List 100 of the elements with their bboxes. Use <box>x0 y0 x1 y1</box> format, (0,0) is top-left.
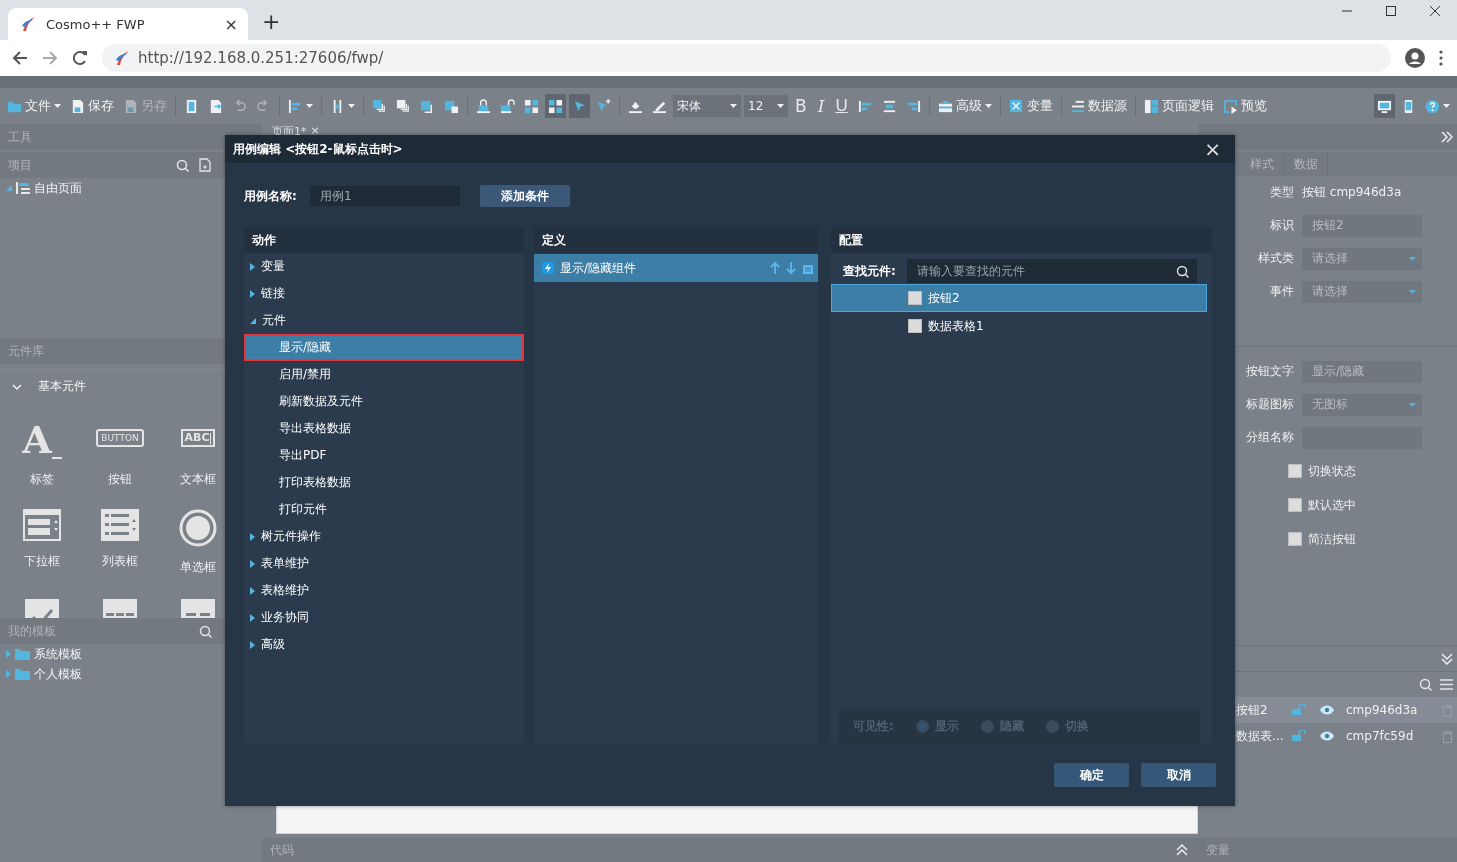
eye-icon <box>1320 705 1334 715</box>
reload-icon <box>72 50 88 66</box>
search-icon <box>1176 265 1189 278</box>
page-tree-icon <box>16 182 30 194</box>
tree-item[interactable]: 元件 <box>244 307 524 334</box>
field-label: 标题图标 <box>1245 396 1295 413</box>
browser-tab[interactable]: Cosmo++ FWP × <box>8 8 248 40</box>
new-page-icon <box>199 158 211 172</box>
unlock-icon <box>500 98 515 114</box>
stack-icon <box>372 98 387 114</box>
tree-item[interactable]: 打印元件 <box>244 496 524 523</box>
checkbox[interactable] <box>908 291 922 305</box>
stack-icon <box>396 98 411 114</box>
caret-icon <box>730 104 737 108</box>
tree-item[interactable]: 导出表格数据 <box>244 415 524 442</box>
field-label: 事件 <box>1269 283 1295 300</box>
size-select[interactable]: 12 <box>744 95 788 117</box>
select-field[interactable]: 请选择 <box>1302 247 1422 270</box>
address-bar[interactable]: http://192.168.0.251:27606/fwp/ <box>102 44 1391 72</box>
input-field[interactable]: 按钮2 <box>1302 214 1422 237</box>
desktop-icon <box>1377 98 1392 114</box>
caret-icon <box>1409 289 1416 294</box>
input-field[interactable]: 用例1 <box>310 186 460 206</box>
align-center-icon <box>881 98 897 114</box>
align-left-icon <box>857 98 873 114</box>
panel-tab[interactable]: 样式 <box>1240 152 1284 176</box>
component-label[interactable]: 列表框 <box>102 553 138 570</box>
list-item[interactable]: 显示/隐藏组件 <box>534 254 818 282</box>
new-tab-button[interactable]: + <box>262 8 281 36</box>
folder-icon <box>15 668 30 680</box>
tree-item[interactable]: 显示/隐藏 <box>244 334 524 361</box>
layer-row[interactable]: 数据表... cmp7fc59d <box>1198 723 1457 749</box>
arrow-down-icon <box>786 262 796 274</box>
tree-item[interactable]: 打印表格数据 <box>244 469 524 496</box>
panel-tab[interactable]: 数据 <box>1284 152 1328 176</box>
toolbar-button[interactable]: 数据源 <box>1066 94 1130 118</box>
select-field[interactable]: 无图标 <box>1302 393 1422 416</box>
tree-item[interactable]: 导出PDF <box>244 442 524 469</box>
toolbar-button[interactable]: 页面逻辑 <box>1140 94 1217 118</box>
code-bar[interactable]: 代码 <box>262 838 1198 862</box>
input-field[interactable]: 显示/隐藏 <box>1302 360 1422 383</box>
panel-title: 动作 <box>244 227 524 253</box>
tree-item[interactable]: 表格维护 <box>244 577 524 604</box>
toolbar-button[interactable]: 变量 <box>1005 94 1056 118</box>
component-label[interactable]: 按钮 <box>108 471 132 488</box>
caret-icon <box>54 104 61 108</box>
caret-icon <box>1443 104 1450 108</box>
page-icon <box>208 98 223 114</box>
eye-icon <box>1320 731 1334 741</box>
panel-title: 定义 <box>534 227 818 253</box>
checkbox[interactable] <box>908 319 922 333</box>
dialog-button[interactable]: 取消 <box>1141 763 1216 787</box>
forward-icon <box>42 50 58 66</box>
list-item[interactable]: 数据表格1 <box>831 312 1207 340</box>
font-select[interactable]: 宋体 <box>673 95 741 117</box>
double-chevron-right-icon <box>1441 131 1453 143</box>
list-item[interactable]: 按钮2 <box>831 284 1207 312</box>
tree-item[interactable]: 树元件操作 <box>244 523 524 550</box>
format-button[interactable]: B <box>791 94 811 118</box>
align-left-icon <box>288 98 303 114</box>
component-label[interactable]: 单选框 <box>180 559 216 576</box>
dialog-button[interactable]: 确定 <box>1054 763 1129 787</box>
field-label: 类型 <box>1269 184 1295 201</box>
search-field[interactable]: 请输入要查找的元件 <box>907 259 1197 283</box>
checkbox-label: 简洁按钮 <box>1308 530 1356 548</box>
textbox-component-icon: ABC <box>180 429 216 447</box>
format-button[interactable]: U <box>831 94 852 118</box>
component-label[interactable]: 标签 <box>30 471 54 488</box>
panel-title: 配置 <box>831 227 1212 253</box>
checkbox[interactable] <box>1288 464 1302 478</box>
toolbar-button[interactable]: 文件 <box>4 94 64 118</box>
toolbar-button[interactable] <box>1374 94 1395 118</box>
lock-icon <box>476 98 491 114</box>
toolbar-button[interactable]: 保存 <box>67 94 117 118</box>
checkbox-label: 切换状态 <box>1308 462 1356 480</box>
help-icon <box>1425 98 1440 114</box>
toolbar-button[interactable]: 高级 <box>934 94 995 118</box>
toolbar-button[interactable] <box>569 94 590 118</box>
component-label[interactable]: 下拉框 <box>24 553 60 570</box>
tree-item[interactable]: 链接 <box>244 280 524 307</box>
format-button[interactable]: I <box>813 94 829 118</box>
add-condition-button[interactable]: 添加条件 <box>480 185 570 207</box>
select-field[interactable]: 请选择 <box>1302 280 1422 303</box>
pointer-icon <box>572 98 587 114</box>
ungroup-icon <box>548 98 563 114</box>
save-icon <box>70 98 85 114</box>
tree-item[interactable]: 变量 <box>244 253 524 280</box>
tree-item[interactable]: 表单维护 <box>244 550 524 577</box>
checkbox[interactable] <box>1288 532 1302 546</box>
tree-item[interactable]: 个人模板 <box>0 664 262 684</box>
close-button[interactable]: × <box>1204 137 1221 161</box>
checkbox[interactable] <box>1288 498 1302 512</box>
close-tab-button[interactable]: × <box>310 124 320 137</box>
component-label[interactable]: 文本框 <box>180 471 216 488</box>
toolbar-button[interactable] <box>545 94 566 118</box>
close-tab-button[interactable]: × <box>224 14 238 34</box>
back-icon <box>12 50 28 66</box>
toolbar-button[interactable]: 预览 <box>1219 94 1270 118</box>
menu-icon <box>1440 679 1453 690</box>
search-icon <box>199 624 212 638</box>
